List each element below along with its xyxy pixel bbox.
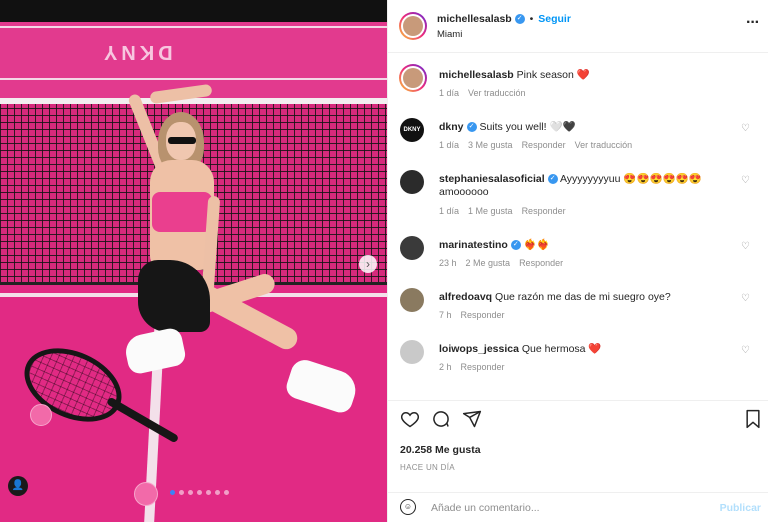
comment-input[interactable]: Añade un comentario... xyxy=(431,502,540,514)
post-details-panel: michellesalasb ✓ • Seguir Miami ··· miche… xyxy=(387,0,768,522)
comment-icon[interactable] xyxy=(431,409,451,434)
author-username[interactable]: michellesalasb xyxy=(437,13,512,25)
comment-likes[interactable]: 1 Me gusta xyxy=(468,206,513,216)
comment-text: Suits you well! 🤍🖤 xyxy=(479,121,576,133)
author-avatar[interactable] xyxy=(399,64,427,92)
commenter-avatar[interactable] xyxy=(400,288,424,312)
comment-username[interactable]: loiwops_jessica xyxy=(439,343,519,355)
comment-username[interactable]: stephaniesalasoficial xyxy=(439,173,545,185)
post-timestamp: HACE UN DÍA xyxy=(400,463,455,472)
commenter-avatar[interactable] xyxy=(400,170,424,194)
author-avatar[interactable] xyxy=(399,12,427,40)
comment-text: Que razón me das de mi suegro oye? xyxy=(495,291,671,303)
comment-text: ❤️‍🔥❤️‍🔥 xyxy=(523,239,550,251)
comment-text: Que hermosa ❤️ xyxy=(521,343,602,355)
carousel-dot xyxy=(224,490,229,495)
carousel-dot xyxy=(188,490,193,495)
comment-time: 1 día xyxy=(439,206,460,216)
court-brand-logo: DKNY xyxy=(100,41,173,63)
image-top-band xyxy=(0,0,387,22)
comment-username[interactable]: michellesalasb xyxy=(439,69,514,81)
heart-icon[interactable]: ♡ xyxy=(741,175,750,186)
heart-icon[interactable]: ♡ xyxy=(741,241,750,252)
reply-button[interactable]: Responder xyxy=(522,140,566,150)
reply-button[interactable]: Responder xyxy=(461,310,505,320)
post-location[interactable]: Miami xyxy=(437,29,462,40)
tennis-ball xyxy=(30,404,52,426)
heart-icon[interactable]: ♡ xyxy=(741,123,750,134)
add-comment-bar: ☺ Añade un comentario... Publicar xyxy=(388,492,768,523)
likes-count[interactable]: 20.258 Me gusta xyxy=(400,444,481,456)
commenter-avatar[interactable]: DKNY xyxy=(400,118,424,142)
separator: • xyxy=(529,13,534,25)
pink-sports-top xyxy=(152,192,212,232)
follow-button[interactable]: Seguir xyxy=(538,13,571,25)
bookmark-icon[interactable] xyxy=(744,409,762,434)
comment-likes[interactable]: 2 Me gusta xyxy=(466,258,511,268)
carousel-dot xyxy=(206,490,211,495)
comments-list[interactable]: michellesalasb Pink season ❤️ 1 día Ver t… xyxy=(388,52,768,398)
carousel-dot xyxy=(179,490,184,495)
comment-time: 1 día xyxy=(439,140,460,150)
emoji-icon[interactable]: ☺ xyxy=(400,499,416,515)
post-header: michellesalasb ✓ • Seguir Miami ··· xyxy=(388,0,768,53)
court-line xyxy=(0,78,387,80)
commenter-avatar[interactable] xyxy=(400,340,424,364)
verified-icon: ✓ xyxy=(514,14,525,25)
comment-likes[interactable]: 3 Me gusta xyxy=(468,140,513,150)
carousel-indicator xyxy=(170,490,229,495)
verified-icon: ✓ xyxy=(547,174,558,185)
translate-link[interactable]: Ver traducción xyxy=(468,88,526,98)
heart-icon[interactable]: ♡ xyxy=(741,345,750,356)
carousel-dot xyxy=(215,490,220,495)
comment-time: 23 h xyxy=(439,258,457,268)
tennis-ball xyxy=(134,482,158,506)
more-icon[interactable]: ··· xyxy=(746,14,760,32)
reply-button[interactable]: Responder xyxy=(519,258,563,268)
heart-icon[interactable] xyxy=(400,409,420,434)
reply-button[interactable]: Responder xyxy=(461,362,505,372)
comment-username[interactable]: marinatestino xyxy=(439,239,508,251)
translate-link[interactable]: Ver traducción xyxy=(575,140,633,150)
comment-username[interactable]: dkny xyxy=(439,121,464,133)
court-line xyxy=(0,26,387,28)
carousel-dot xyxy=(170,490,175,495)
send-icon[interactable] xyxy=(462,409,482,434)
comment-time: 2 h xyxy=(439,362,452,372)
sunglasses xyxy=(168,137,196,144)
reply-button[interactable]: Responder xyxy=(522,206,566,216)
verified-icon: ✓ xyxy=(466,122,477,133)
commenter-avatar[interactable] xyxy=(400,236,424,260)
verified-icon: ✓ xyxy=(510,240,521,251)
comment-username[interactable]: alfredoavq xyxy=(439,291,492,303)
heart-icon[interactable]: ♡ xyxy=(741,293,750,304)
user-tag-icon[interactable]: 👤 xyxy=(8,476,28,496)
carousel-dot xyxy=(197,490,202,495)
chevron-right-icon[interactable]: › xyxy=(359,255,377,273)
comment-time: 1 día xyxy=(439,88,460,98)
post-image[interactable]: DKNY › 👤 xyxy=(0,0,387,522)
comment-time: 7 h xyxy=(439,310,452,320)
publish-button[interactable]: Publicar xyxy=(720,502,761,514)
caption-text: Pink season ❤️ xyxy=(516,69,590,81)
